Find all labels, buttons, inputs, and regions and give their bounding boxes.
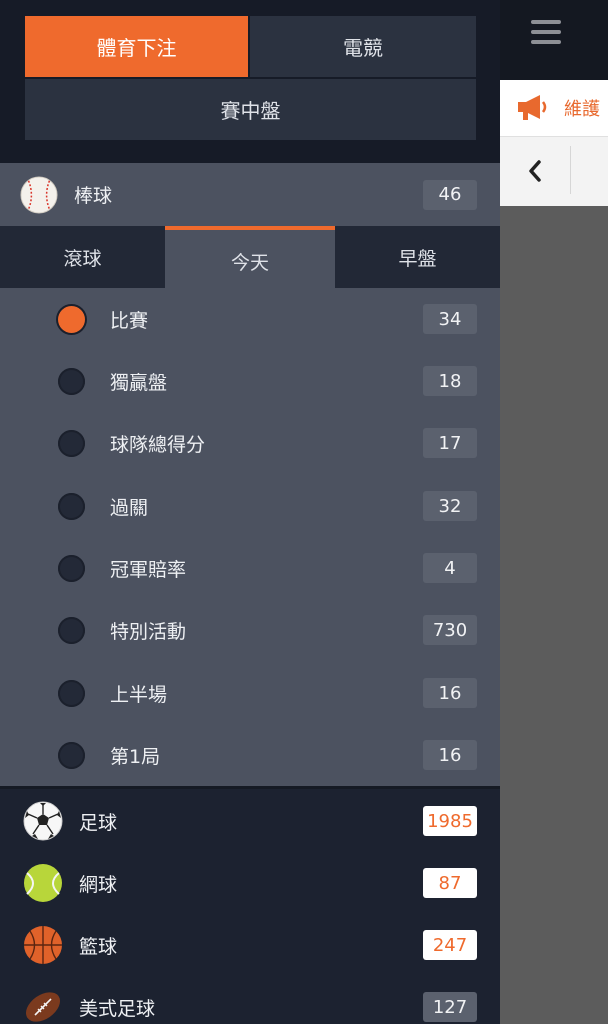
market-item[interactable]: 冠軍賠率 4	[0, 537, 500, 599]
market-item[interactable]: 上半場 16	[0, 662, 500, 724]
content-overlay	[500, 206, 608, 1024]
market-count: 4	[423, 553, 477, 583]
market-label: 獨贏盤	[110, 372, 168, 394]
maintenance-label[interactable]: 維護	[564, 95, 600, 121]
radio-unselected[interactable]	[58, 493, 85, 520]
market-count: 730	[423, 615, 477, 645]
market-count: 16	[423, 678, 477, 708]
market-item[interactable]: 球隊總得分 17	[0, 412, 500, 474]
radio-unselected[interactable]	[58, 742, 85, 769]
market-label: 球隊總得分	[110, 434, 206, 456]
sport-count-badge: 87	[423, 868, 477, 898]
nav-separator	[570, 146, 571, 194]
list-divider	[0, 786, 500, 789]
sport-name: 網球	[79, 873, 118, 896]
market-label: 比賽	[110, 310, 149, 332]
sport-name: 籃球	[79, 935, 118, 958]
hamburger-menu-icon[interactable]	[531, 20, 561, 46]
sport-name: 足球	[79, 811, 118, 834]
in-play-button[interactable]: 賽中盤	[25, 79, 476, 140]
chevron-left-icon[interactable]	[524, 157, 546, 189]
market-count: 34	[423, 304, 477, 334]
tab-today[interactable]: 今天	[165, 226, 335, 288]
market-count: 17	[423, 428, 477, 458]
radio-unselected[interactable]	[58, 617, 85, 644]
market-count: 32	[423, 491, 477, 521]
sport-count-badge: 1985	[423, 806, 477, 836]
tab-early[interactable]: 早盤	[335, 226, 500, 288]
market-item[interactable]: 過關 32	[0, 475, 500, 537]
basketball-icon	[24, 926, 62, 964]
market-label: 過關	[110, 497, 149, 519]
market-label: 上半場	[110, 684, 168, 706]
baseball-icon	[20, 175, 58, 214]
market-count: 18	[423, 366, 477, 396]
sport-row-soccer[interactable]: 足球 1985	[0, 790, 500, 852]
sport-row-tennis[interactable]: 網球 87	[0, 852, 500, 914]
sport-name: 棒球	[74, 185, 113, 207]
market-list: 比賽 34 獨贏盤 18 球隊總得分 17 過關 32 冠軍賠率 4 特別活動 …	[0, 288, 500, 788]
radio-unselected[interactable]	[58, 680, 85, 707]
market-item[interactable]: 獨贏盤 18	[0, 350, 500, 412]
sport-count-badge: 127	[423, 992, 477, 1022]
sport-count-badge: 247	[423, 930, 477, 960]
market-label: 第1局	[110, 746, 161, 768]
tab-rolling[interactable]: 滾球	[0, 226, 165, 288]
megaphone-icon	[514, 92, 548, 126]
radio-unselected[interactable]	[58, 368, 85, 395]
sport-row-american-football[interactable]: 美式足球 127	[0, 976, 500, 1024]
app-root: 維護 體育下注 電競 賽中盤 棒球 46 滾球 今天 早盤 比賽 34 獨贏盤 …	[0, 0, 608, 1024]
market-item[interactable]: 第1局 16	[0, 724, 500, 786]
american-football-icon	[25, 992, 61, 1022]
market-label: 特別活動	[110, 621, 187, 643]
sport-name: 美式足球	[79, 997, 156, 1020]
radio-selected[interactable]	[58, 306, 85, 333]
esports-button[interactable]: 電競	[250, 16, 476, 77]
market-item[interactable]: 特別活動 730	[0, 599, 500, 661]
sport-count-badge: 46	[423, 179, 477, 210]
nav-bar	[500, 136, 608, 206]
sports-drawer: 體育下注 電競 賽中盤 棒球 46 滾球 今天 早盤 比賽 34 獨贏盤 18 …	[0, 0, 500, 1024]
radio-unselected[interactable]	[58, 430, 85, 457]
sport-row-basketball[interactable]: 籃球 247	[0, 914, 500, 976]
radio-unselected[interactable]	[58, 555, 85, 582]
tennis-ball-icon	[24, 864, 62, 902]
market-item[interactable]: 比賽 34	[0, 288, 500, 350]
sport-row-baseball[interactable]: 棒球 46	[0, 163, 500, 226]
market-count: 16	[423, 740, 477, 770]
drawer-top: 體育下注 電競 賽中盤	[0, 0, 500, 163]
market-label: 冠軍賠率	[110, 559, 187, 581]
sports-betting-button[interactable]: 體育下注	[25, 16, 248, 77]
time-tabs: 滾球 今天 早盤	[0, 226, 500, 288]
soccer-ball-icon	[23, 801, 63, 841]
